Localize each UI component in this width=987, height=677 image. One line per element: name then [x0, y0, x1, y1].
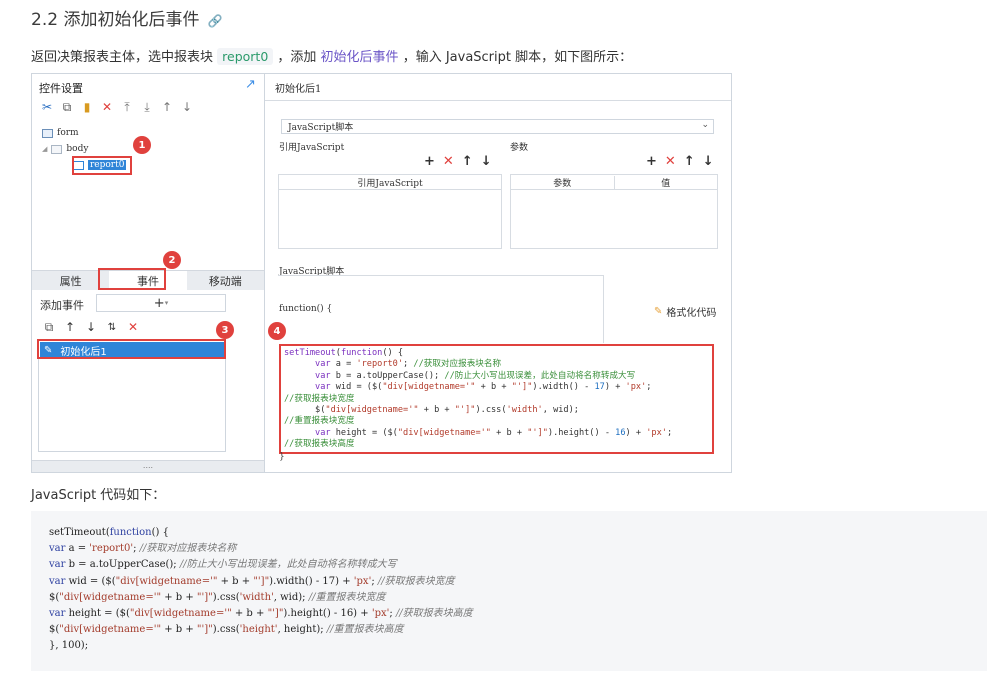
event-editor-panel: 初始化后1 JavaScript脚本 ⌄ 引用JavaScript 参数 + ✕… [265, 74, 731, 472]
code-line: setTimeout(function() { [284, 348, 404, 358]
params-label: 参数 [510, 143, 529, 153]
intro-text-3: ，输入 JavaScript 脚本，如下图所示： [398, 50, 633, 65]
ref-js-label: 引用JavaScript [279, 143, 345, 153]
code-line: setTimeout(function() { [49, 527, 169, 538]
widget-settings-panel: 控件设置 ↗ ✂ ⧉ ▮ ✕ ⤒ ⤓ ↑ ↓ form ◢ body repor… [32, 74, 265, 472]
js-code-label: JavaScript 代码如下： [31, 488, 166, 503]
select-value: JavaScript脚本 [288, 123, 354, 133]
move-up-icon[interactable]: ↑ [63, 320, 77, 334]
tree-item-form[interactable]: form [42, 125, 126, 141]
code-line: $("div[widgetname='" + b + "']").css('he… [49, 624, 404, 636]
closing-brace: } [279, 452, 285, 462]
body-icon [51, 144, 63, 154]
intro-text-2: ，添加 [273, 50, 321, 65]
code-line: var height = ($("div[widgetname='" + b +… [315, 427, 673, 438]
params-header: 参数 值 [511, 175, 717, 190]
section-heading: 2.2 添加初始化后事件 🔗 [31, 5, 222, 30]
designer-screenshot: 控件设置 ↗ ✂ ⧉ ▮ ✕ ⤒ ⤓ ↑ ↓ form ◢ body repor… [31, 73, 732, 473]
ref-js-table: 引用JavaScript [278, 174, 502, 249]
panel-resize-handle[interactable]: .... [32, 460, 264, 472]
divider [265, 100, 731, 101]
intro-paragraph: 返回决策报表主体，选中报表块 report0 ，添加 初始化后事件 ，输入 Ja… [31, 46, 632, 65]
tree-label: form [57, 128, 79, 138]
report-inline-code: report0 [217, 48, 274, 65]
add-icon[interactable]: + [424, 154, 435, 169]
format-code-button[interactable]: ✎ 格式化代码 [654, 304, 716, 319]
plus-icon: + [153, 295, 165, 311]
link-icon[interactable]: 🔗 [207, 14, 222, 28]
tree-label: body [66, 144, 89, 154]
params-ops: + ✕ ↑ ↓ [646, 154, 714, 169]
move-top-icon[interactable]: ⤒ [120, 100, 134, 114]
move-up-icon[interactable]: ↑ [684, 154, 695, 169]
code-line: var b = a.toUpperCase(); //防止大小写出现误差，此处自… [315, 370, 636, 381]
params-table: 参数 值 [510, 174, 718, 249]
tab-mobile[interactable]: 移动端 [187, 271, 264, 290]
move-down-icon[interactable]: ↓ [703, 154, 714, 169]
event-toolbar: ⧉ ↑ ↓ ⇅ ✕ [42, 320, 140, 335]
code-line: $("div[widgetname='" + b + "']").css('wi… [284, 405, 579, 416]
add-event-label: 添加事件 [40, 299, 84, 312]
chevron-down-icon: ⌄ [701, 120, 709, 130]
function-header: function() { [279, 304, 333, 314]
sort-icon[interactable]: ⇅ [105, 320, 119, 334]
add-icon[interactable]: + [646, 154, 657, 169]
value-column: 值 [661, 178, 671, 189]
format-label: 格式化代码 [666, 308, 717, 319]
editor-title: 初始化后1 [275, 84, 322, 95]
code-line: var wid = ($("div[widgetname='" + b + "'… [315, 382, 652, 393]
code-line: $("div[widgetname='" + b + "']").css('wi… [49, 591, 386, 603]
collapse-icon[interactable]: ◢ [42, 145, 47, 153]
ref-js-column: 引用JavaScript [279, 175, 501, 190]
move-up-icon[interactable]: ↑ [462, 154, 473, 169]
move-down-icon[interactable]: ↓ [84, 320, 98, 334]
delete-icon[interactable]: ✕ [443, 154, 454, 169]
step-badge-2: 2 [163, 251, 181, 269]
intro-text-1: 返回决策报表主体，选中报表块 [31, 50, 218, 65]
code-line: var wid = ($("div[widgetname='" + b + "'… [49, 575, 455, 587]
copy-icon[interactable]: ⧉ [60, 100, 74, 114]
script-type-select[interactable]: JavaScript脚本 ⌄ [281, 119, 714, 134]
move-down-icon[interactable]: ↓ [481, 154, 492, 169]
ref-js-ops: + ✕ ↑ ↓ [424, 154, 492, 169]
brush-icon: ✎ [654, 306, 663, 317]
highlight-box-3 [37, 339, 226, 359]
move-up-icon[interactable]: ↑ [160, 100, 174, 114]
cut-icon[interactable]: ✂ [40, 100, 54, 114]
copy-event-icon[interactable]: ⧉ [42, 320, 56, 334]
highlight-box-1 [72, 156, 132, 175]
pin-icon[interactable]: ↗ [245, 77, 256, 92]
add-event-button[interactable]: + ▾ [96, 294, 226, 312]
code-line: }, 100); [49, 640, 89, 652]
step-badge-1: 1 [133, 136, 151, 154]
tree-item-body[interactable]: ◢ body [42, 141, 126, 157]
heading-text: 2.2 添加初始化后事件 [31, 10, 200, 30]
delete-icon[interactable]: ✕ [665, 154, 676, 169]
code-line: //获取报表块高度 [284, 439, 355, 450]
move-down-icon[interactable]: ↓ [180, 100, 194, 114]
step-badge-4: 4 [268, 322, 286, 340]
code-line: //重置报表块宽度 [284, 416, 355, 427]
highlight-box-2 [98, 268, 166, 290]
delete-icon[interactable]: ✕ [100, 100, 114, 114]
param-column: 参数 [511, 175, 615, 189]
script-editor[interactable]: setTimeout(function() { var a = 'report0… [279, 344, 714, 454]
paste-icon[interactable]: ▮ [80, 100, 94, 114]
tree-toolbar: ✂ ⧉ ▮ ✕ ⤒ ⤓ ↑ ↓ [40, 100, 194, 115]
code-line: //获取报表块宽度 [284, 393, 355, 404]
event-link[interactable]: 初始化后事件 [321, 50, 399, 65]
form-icon [42, 128, 53, 138]
code-line: var a = 'report0'; //获取对应报表块名称 [315, 359, 502, 370]
code-line: var height = ($("div[widgetname='" + b +… [49, 608, 473, 620]
step-badge-3: 3 [216, 321, 234, 339]
code-line: var b = a.toUpperCase(); //防止大小写出现误差，此处自… [49, 559, 397, 571]
panel-title: 控件设置 [39, 82, 83, 95]
move-bottom-icon[interactable]: ⤓ [140, 100, 154, 114]
delete-event-icon[interactable]: ✕ [126, 320, 140, 334]
code-block: setTimeout(function() { var a = 'report0'… [31, 511, 987, 671]
code-line: var a = 'report0'; //获取对应报表块名称 [49, 543, 237, 555]
